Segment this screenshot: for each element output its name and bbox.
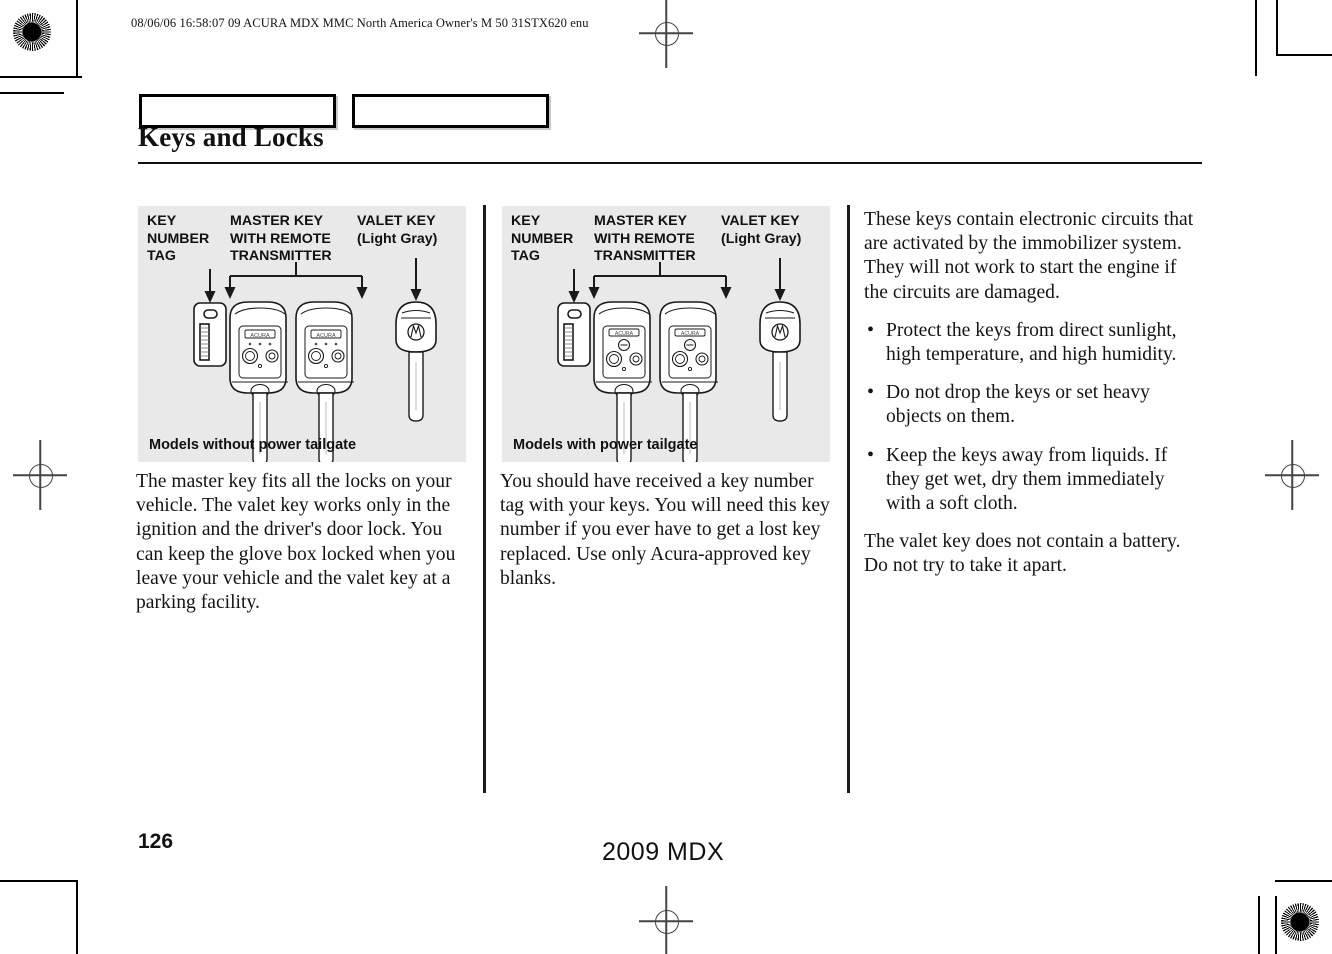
middle-column-text: You should have received a key number ta… bbox=[500, 470, 830, 605]
crop-mark-top-left-vertical bbox=[76, 0, 78, 78]
figure2-label-master-key: MASTER KEY WITH REMOTE TRANSMITTER bbox=[594, 213, 696, 264]
svg-text:ACURA: ACURA bbox=[681, 331, 700, 337]
middle-column-paragraph: You should have received a key number ta… bbox=[500, 471, 830, 589]
crop-mark-bottom-right-vertical bbox=[1258, 896, 1260, 954]
figure1-label-key-number-tag: KEY NUMBER TAG bbox=[147, 213, 210, 264]
crop-mark-bottom-left-horizontal bbox=[0, 880, 78, 882]
document-page: 08/06/06 16:58:07 09 ACURA MDX MMC North… bbox=[0, 0, 1332, 954]
left-column-paragraph: The master key fits all the locks on you… bbox=[136, 471, 456, 614]
crop-mark-top-right-horizontal bbox=[1276, 54, 1332, 56]
registration-burst-bottom-right bbox=[1281, 903, 1319, 941]
crop-mark-bottom-right-corner bbox=[1275, 896, 1277, 954]
list-item: Keep the keys away from liquids. If they… bbox=[864, 443, 1204, 517]
right-column-paragraph-1: These keys contain electronic circuits t… bbox=[864, 209, 1194, 303]
registration-crosshair-left bbox=[13, 440, 67, 510]
left-column-text: The master key fits all the locks on you… bbox=[136, 470, 470, 629]
page-title: Keys and Locks bbox=[138, 122, 324, 152]
figure2-label-valet-key: VALET KEY (Light Gray) bbox=[721, 213, 802, 247]
list-item: Protect the keys from direct sunlight, h… bbox=[864, 318, 1204, 367]
crop-mark-top-right-vertical bbox=[1255, 0, 1257, 76]
registration-crosshair-right bbox=[1265, 440, 1319, 510]
crop-mark-bottom-right-horizontal bbox=[1275, 880, 1332, 882]
figure1-caption: Models without power tailgate bbox=[149, 437, 357, 453]
svg-text:ACURA: ACURA bbox=[250, 333, 270, 339]
figure1-label-valet-key: VALET KEY (Light Gray) bbox=[357, 213, 438, 247]
registration-burst-top-left bbox=[13, 13, 51, 51]
page-number: 126 bbox=[138, 830, 174, 853]
footer-model-year: 2009 MDX bbox=[602, 838, 725, 866]
column-divider-left bbox=[483, 205, 486, 793]
crop-mark-top-left-horizontal bbox=[0, 76, 82, 78]
figure1-label-master-key: MASTER KEY WITH REMOTE TRANSMITTER bbox=[230, 213, 332, 264]
figure2-caption: Models with power tailgate bbox=[513, 437, 698, 453]
svg-text:ACURA: ACURA bbox=[615, 331, 634, 337]
crop-mark-bottom-left-vertical bbox=[76, 880, 78, 954]
figure-models-without-power-tailgate: ACURA ACURA KEY NUMBER TAG MASTER KEY WI… bbox=[138, 206, 466, 462]
right-column-paragraph-2: The valet key does not contain a battery… bbox=[864, 531, 1181, 577]
figure2-label-key-number-tag: KEY NUMBER TAG bbox=[511, 213, 574, 264]
svg-text:ACURA: ACURA bbox=[316, 333, 336, 339]
registration-crosshair-top bbox=[639, 0, 693, 68]
list-item: Do not drop the keys or set heavy object… bbox=[864, 380, 1204, 429]
tab-marker-right bbox=[352, 94, 549, 128]
column-divider-right bbox=[847, 205, 850, 793]
crop-mark-top-right-outer bbox=[1276, 0, 1278, 56]
right-column-bullet-list: Protect the keys from direct sunlight, h… bbox=[864, 318, 1204, 517]
crop-mark-top-left-outer bbox=[0, 92, 64, 94]
registration-crosshair-bottom bbox=[639, 886, 693, 954]
right-column-text: These keys contain electronic circuits t… bbox=[864, 208, 1204, 593]
title-divider-rule bbox=[138, 162, 1202, 164]
figure-models-with-power-tailgate: ACURA ACURA KEY NUMBER TAG MASTER KEY WI… bbox=[502, 206, 830, 462]
print-slug: 08/06/06 16:58:07 09 ACURA MDX MMC North… bbox=[131, 16, 589, 30]
